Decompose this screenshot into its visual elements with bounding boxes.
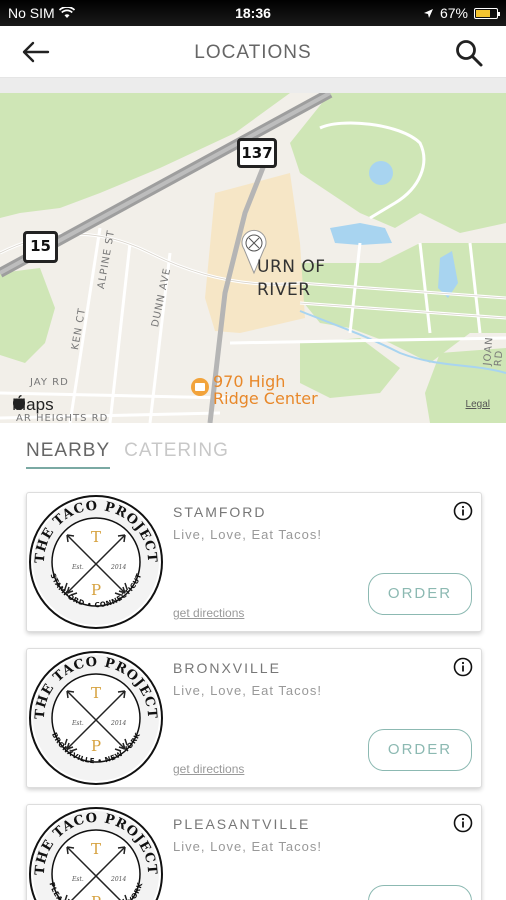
taco-project-logo: THE TACO PROJECT PLEASANTVILLE • NEW YOR… (29, 807, 163, 900)
maps-attribution: Maps (12, 395, 54, 415)
park-area (290, 93, 506, 233)
park-area (0, 268, 55, 363)
location-name: STAMFORD (173, 504, 267, 520)
get-directions-link[interactable]: get directions (173, 762, 244, 776)
order-button[interactable]: ORDER (368, 573, 472, 615)
street-label-jay: JAY RD (30, 377, 69, 388)
location-card[interactable]: THE TACO PROJECT STAMFORD • CONNECTICUT … (26, 492, 482, 632)
battery-icon (474, 7, 500, 19)
location-tagline: Live, Love, Eat Tacos! (173, 839, 322, 854)
town-label-line1: URN OF (257, 257, 326, 277)
logo-letter-bottom: P (91, 893, 101, 900)
poi-label-line1: 970 High (213, 372, 286, 391)
logo-est: Est. (71, 876, 84, 883)
location-arrow-icon (423, 8, 433, 18)
status-bar: No SIM 18:36 67% (0, 0, 506, 26)
logo-letter-top: T (91, 684, 101, 702)
lake (330, 223, 392, 245)
shopping-bag-icon (191, 378, 209, 396)
tab-nearby[interactable]: NEARBY (26, 440, 111, 469)
location-card[interactable]: THE TACO PROJECT BRONXVILLE • NEW YORK T… (26, 648, 482, 788)
logo-letter-top: T (91, 528, 101, 546)
get-directions-link[interactable]: get directions (173, 606, 244, 620)
route-137-shield: 137 (237, 138, 277, 168)
location-card[interactable]: THE TACO PROJECT PLEASANTVILLE • NEW YOR… (26, 804, 482, 900)
top-bar: LOCATIONS (0, 26, 506, 78)
logo-est: Est. (71, 564, 84, 571)
order-button[interactable]: ORDER (368, 885, 472, 900)
route-15-shield: 15 (23, 231, 58, 263)
logo-letter-top: T (91, 840, 101, 858)
town-label: URN OF RIVER (257, 256, 326, 302)
battery-fill (476, 9, 490, 17)
location-tagline: Live, Love, Eat Tacos! (173, 527, 322, 542)
taco-project-logo: THE TACO PROJECT STAMFORD • CONNECTICUT … (29, 495, 163, 629)
tab-bar: NEARBY CATERING (26, 440, 229, 469)
logo-year: 2014 (110, 720, 126, 727)
logo-letter-bottom: P (91, 581, 101, 599)
logo-year: 2014 (110, 876, 126, 883)
header-divider (0, 78, 506, 93)
info-icon[interactable] (453, 813, 473, 833)
taco-project-logo: THE TACO PROJECT BRONXVILLE • NEW YORK T… (29, 651, 163, 785)
info-icon[interactable] (453, 501, 473, 521)
battery-percent: 67% (439, 5, 468, 21)
location-tagline: Live, Love, Eat Tacos! (173, 683, 322, 698)
street-label-joan: JOAN RD (482, 336, 506, 367)
logo-year: 2014 (110, 564, 126, 571)
location-name: BRONXVILLE (173, 660, 281, 676)
order-button[interactable]: ORDER (368, 729, 472, 771)
poi-label[interactable]: 970 High Ridge Center (213, 373, 318, 407)
legal-link[interactable]: Legal (466, 399, 490, 410)
logo-letter-bottom: P (91, 737, 101, 755)
page-title: LOCATIONS (194, 42, 312, 63)
pond (369, 161, 393, 185)
tab-catering[interactable]: CATERING (124, 440, 229, 469)
apple-logo-icon (13, 395, 25, 410)
search-icon[interactable] (454, 38, 484, 68)
town-label-line2: RIVER (257, 280, 311, 300)
location-name: PLEASANTVILLE (173, 816, 311, 832)
poi-label-line2: Ridge Center (213, 389, 318, 408)
logo-est: Est. (71, 720, 84, 727)
info-icon[interactable] (453, 657, 473, 677)
map-view[interactable]: 137 15 URN OF RIVER ALPINE ST DUNN AVE K… (0, 93, 506, 423)
